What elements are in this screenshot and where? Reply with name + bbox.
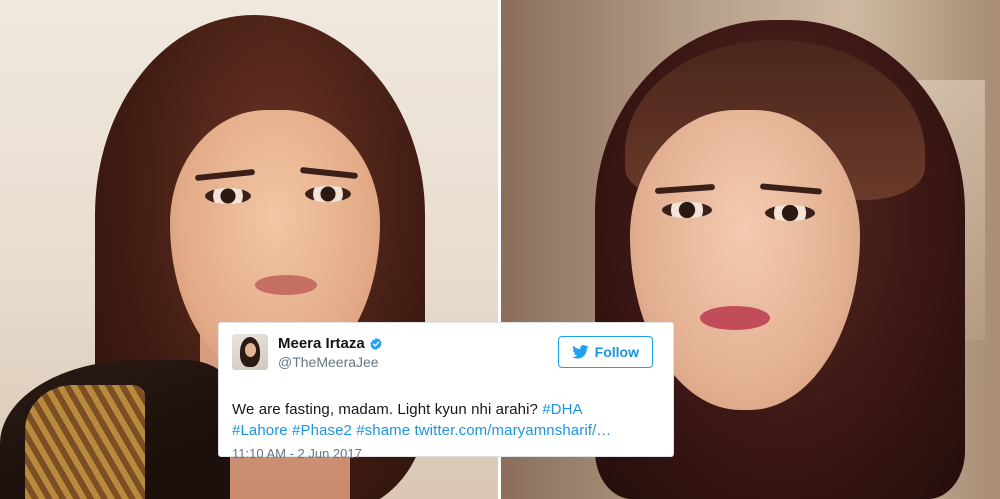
right-eye	[305, 186, 351, 202]
tweet-header: Meera Irtaza @TheMeeraJee Follow	[232, 334, 659, 376]
user-handle[interactable]: @TheMeeraJee	[278, 354, 379, 370]
verified-badge-icon	[370, 337, 382, 350]
hashtag-dha[interactable]: #DHA	[542, 401, 582, 418]
follow-label: Follow	[594, 344, 639, 360]
tweet-text-lead: We are fasting, madam. Light kyun nhi ar…	[232, 401, 543, 418]
hashtag-phase2[interactable]: #Phase2	[292, 422, 352, 439]
twitter-bird-icon	[571, 345, 589, 359]
left-eye	[205, 188, 251, 204]
avatar-face	[245, 343, 256, 357]
lips	[255, 275, 317, 295]
name-line: Meera Irtaza	[278, 335, 383, 352]
display-name[interactable]: Meera Irtaza	[278, 335, 365, 352]
profile-avatar[interactable]	[232, 334, 268, 370]
hashtag-shame[interactable]: #shame	[356, 422, 410, 439]
hashtag-lahore[interactable]: #Lahore	[232, 422, 288, 439]
left-eye	[662, 202, 712, 218]
tweet-link[interactable]: twitter.com/maryamnsharif/…	[414, 422, 611, 439]
embedded-tweet-card: Meera Irtaza @TheMeeraJee Follow We are …	[218, 322, 674, 461]
lips	[700, 306, 770, 330]
tweet-text: We are fasting, madam. Light kyun nhi ar…	[232, 399, 659, 441]
tweet-timestamp[interactable]: 11:10 AM - 2 Jun 2017	[232, 446, 659, 461]
left-portrait-scarf	[25, 385, 145, 499]
right-eye	[765, 205, 815, 221]
follow-button[interactable]: Follow	[557, 336, 653, 368]
